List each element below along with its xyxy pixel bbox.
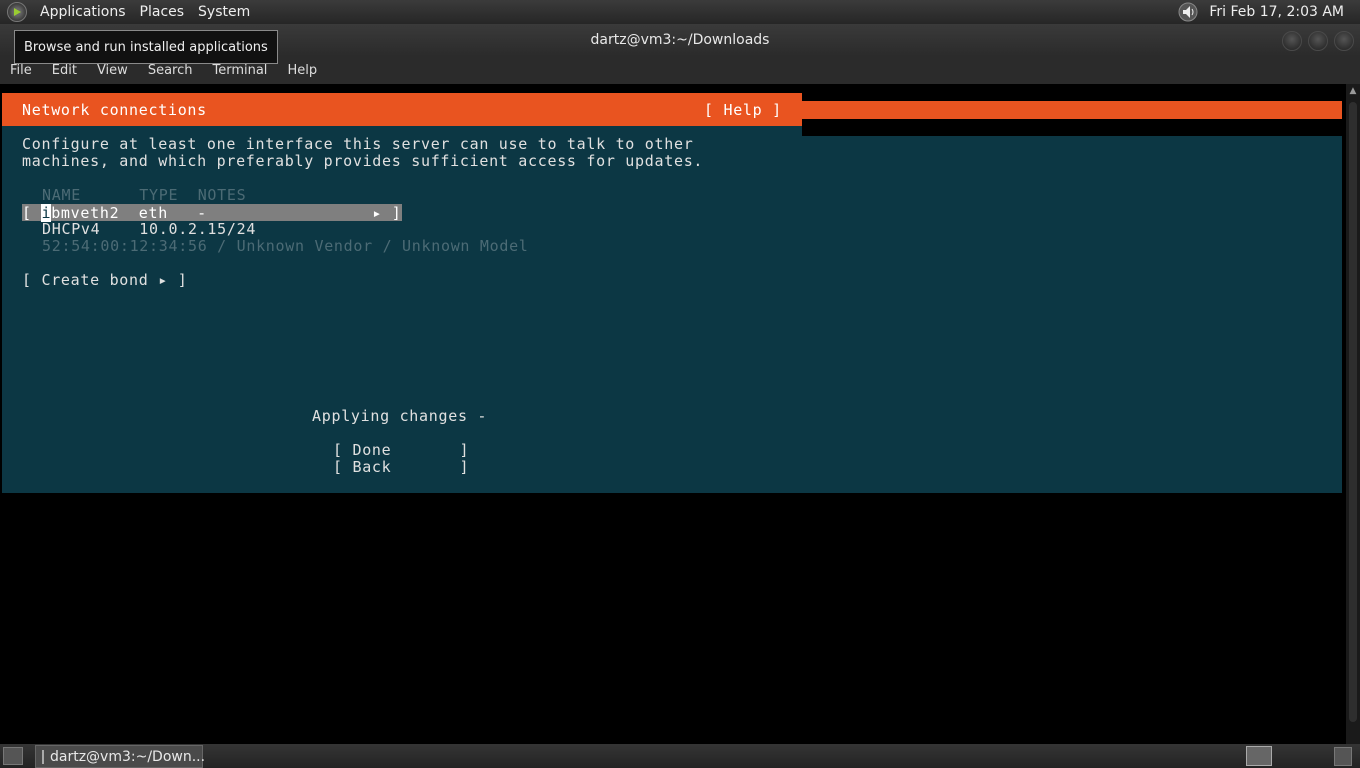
help-button[interactable]: [ Help ]: [704, 101, 782, 119]
workspace-switcher-icon[interactable]: [1246, 746, 1272, 766]
show-desktop-icon[interactable]: [3, 747, 23, 765]
terminal-icon: [42, 749, 44, 764]
minimize-button[interactable]: [1282, 31, 1302, 51]
close-button[interactable]: [1334, 31, 1354, 51]
row-open-bracket: [: [22, 204, 42, 222]
menu-terminal[interactable]: Terminal: [202, 63, 277, 78]
header-stripe: [802, 101, 1342, 119]
terminal-scrollbar[interactable]: ▲: [1346, 84, 1360, 744]
maximize-button[interactable]: [1308, 31, 1328, 51]
system-menu[interactable]: System: [191, 4, 257, 20]
done-button[interactable]: [ Done ]: [333, 441, 469, 459]
window-title: dartz@vm3:~/Downloads: [590, 32, 770, 48]
menu-view[interactable]: View: [87, 63, 138, 78]
status-applying: Applying changes -: [312, 407, 488, 425]
top-panel: Applications Places System Fri Feb 17, 2…: [0, 0, 1360, 24]
dhcp-line: DHCPv4 10.0.2.15/24: [42, 220, 257, 238]
create-bond-button[interactable]: [ Create bond ▸ ]: [22, 271, 187, 289]
taskbar-terminal-button[interactable]: dartz@vm3:~/Down...: [35, 745, 206, 768]
taskbar-terminal-label: dartz@vm3:~/Down...: [50, 748, 206, 765]
places-menu[interactable]: Places: [133, 4, 192, 20]
interface-row-ibmveth2[interactable]: [ ibmveth2 eth - ▸ ]: [22, 204, 402, 222]
menu-search[interactable]: Search: [138, 63, 203, 78]
applications-tooltip: Browse and run installed applications: [14, 30, 278, 64]
scrollbar-thumb[interactable]: [1349, 102, 1357, 722]
volume-icon[interactable]: [1177, 2, 1199, 22]
columns-header: NAME TYPE NOTES: [42, 186, 247, 204]
trash-icon[interactable]: [1334, 747, 1352, 766]
back-button[interactable]: [ Back ]: [333, 458, 469, 476]
menu-edit[interactable]: Edit: [42, 63, 87, 78]
applications-menu[interactable]: Applications: [33, 4, 133, 20]
installer-header: Network connections [ Help ]: [2, 93, 802, 126]
mac-line: 52:54:00:12:34:56 / Unknown Vendor / Unk…: [42, 237, 529, 255]
menu-file[interactable]: File: [0, 63, 42, 78]
installer-title: Network connections: [22, 100, 207, 119]
intro-line-2: machines, and which preferably provides …: [22, 152, 704, 170]
menu-help[interactable]: Help: [277, 63, 327, 78]
intro-line-1: Configure at least one interface this se…: [22, 135, 694, 153]
scroll-up-icon[interactable]: ▲: [1346, 84, 1360, 98]
clock[interactable]: Fri Feb 17, 2:03 AM: [1209, 4, 1344, 20]
bottom-taskbar: dartz@vm3:~/Down...: [0, 744, 1360, 768]
applications-logo-icon[interactable]: [7, 2, 27, 22]
